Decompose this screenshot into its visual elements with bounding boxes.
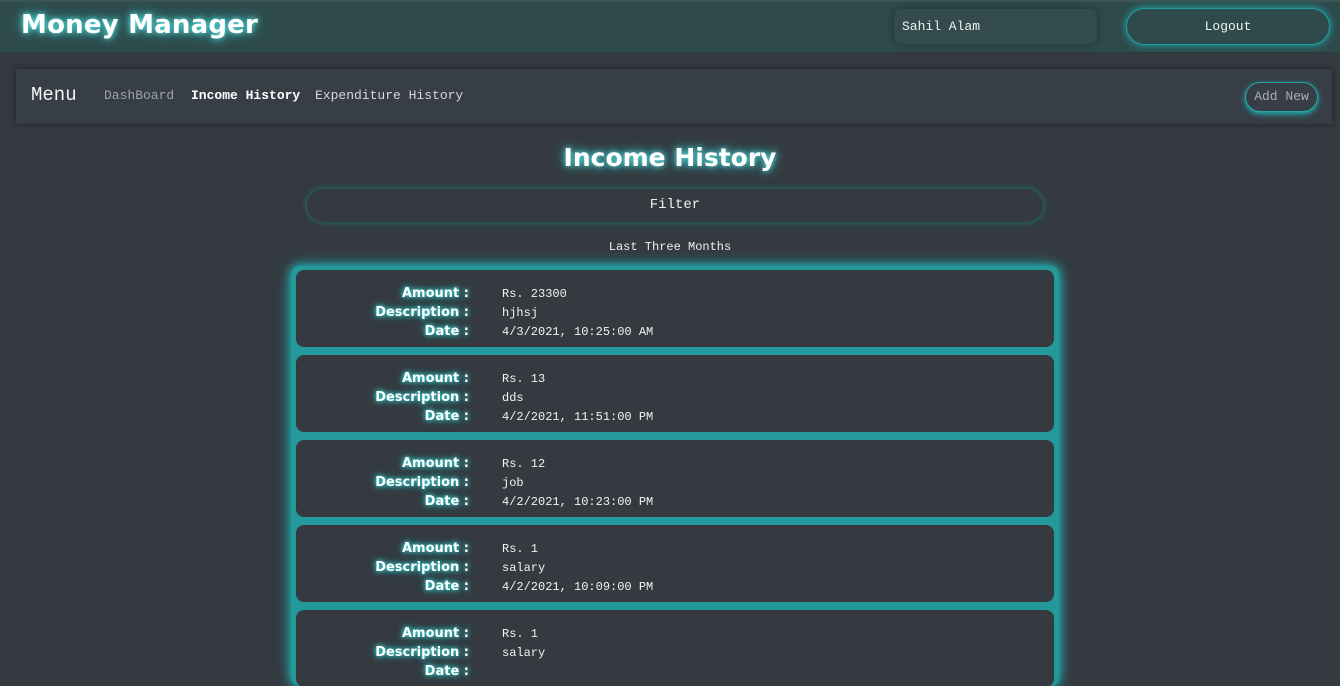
description-label: Description : (375, 560, 469, 575)
nav-link-expenditure-history[interactable]: Expenditure History (315, 88, 463, 103)
description-value: salary (502, 646, 546, 660)
logout-button[interactable]: Logout (1126, 8, 1330, 45)
amount-label: Amount : (402, 626, 469, 641)
income-entry: Amount : Rs. 1 Description : salary Date :… (296, 525, 1054, 602)
date-value: 4/2/2021, 10:09:00 PM (502, 580, 654, 594)
income-entry: Amount : Rs. 23300 Description : hjhsj Dat… (296, 270, 1054, 347)
amount-value: Rs. 23300 (502, 287, 567, 301)
income-entry: Amount : Rs. 1 Description : salary Date : (296, 610, 1054, 686)
amount-value: Rs. 12 (502, 457, 546, 471)
app-brand[interactable]: Money Manager (21, 10, 258, 40)
menu-navbar: Menu DashBoard Income History Expenditur… (16, 69, 1332, 124)
nav-link-dashboard[interactable]: DashBoard (104, 88, 174, 103)
income-list: Amount : Rs. 23300 Description : hjhsj Dat… (291, 266, 1059, 686)
amount-label: Amount : (402, 371, 469, 386)
description-label: Description : (375, 390, 469, 405)
amount-value: Rs. 1 (502, 627, 539, 641)
top-header: Money Manager Sahil Alam Logout (0, 0, 1340, 53)
amount-label: Amount : (402, 456, 469, 471)
date-label: Date : (424, 579, 469, 594)
amount-value: Rs. 1 (502, 542, 539, 556)
description-value: hjhsj (502, 306, 539, 320)
description-label: Description : (375, 475, 469, 490)
date-label: Date : (424, 409, 469, 424)
description-value: dds (502, 391, 524, 405)
income-entry: Amount : Rs. 13 Description : dds Date : 4/… (296, 355, 1054, 432)
nav-link-income-history[interactable]: Income History (191, 88, 300, 103)
date-label: Date : (424, 324, 469, 339)
description-label: Description : (375, 645, 469, 660)
amount-label: Amount : (402, 286, 469, 301)
page-title: Income History (563, 143, 777, 172)
amount-value: Rs. 13 (502, 372, 546, 386)
user-name-display: Sahil Alam (894, 9, 1097, 44)
description-value: job (502, 476, 524, 490)
date-value: 4/2/2021, 11:51:00 PM (502, 410, 654, 424)
add-new-button[interactable]: Add New (1245, 82, 1318, 112)
filter-button[interactable]: Filter (306, 188, 1044, 223)
date-value: 4/2/2021, 10:23:00 PM (502, 495, 654, 509)
date-label: Date : (424, 664, 469, 679)
menu-title: Menu (31, 84, 77, 106)
period-subtitle: Last Three Months (608, 240, 732, 254)
amount-label: Amount : (402, 541, 469, 556)
date-value: 4/3/2021, 10:25:00 AM (502, 325, 654, 339)
description-label: Description : (375, 305, 469, 320)
description-value: salary (502, 561, 546, 575)
date-label: Date : (424, 494, 469, 509)
income-entry: Amount : Rs. 12 Description : job Date : 4/… (296, 440, 1054, 517)
